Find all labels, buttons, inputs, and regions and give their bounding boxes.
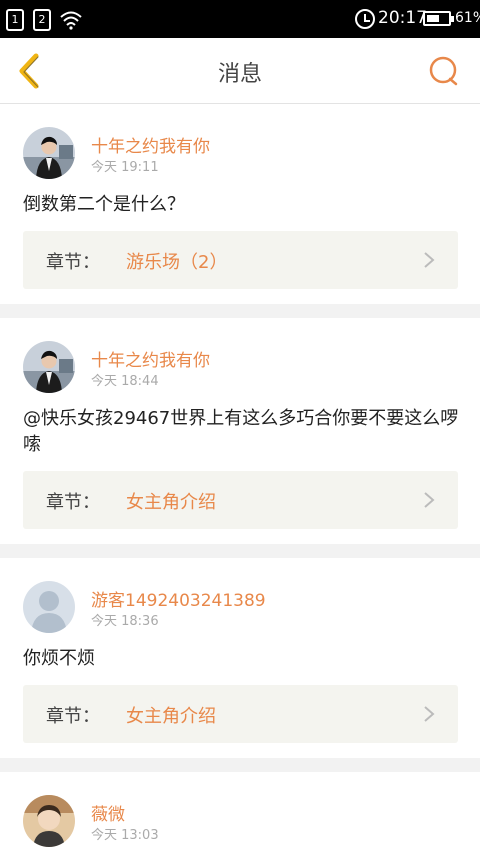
avatar[interactable] — [23, 127, 75, 179]
list-item: 十年之约我有你 今天 19:11 倒数第二个是什么？ 章节： 游乐场（2） — [0, 104, 480, 304]
chevron-right-icon — [424, 252, 435, 268]
avatar[interactable] — [23, 795, 75, 847]
chapter-label: 章节： — [46, 252, 100, 273]
status-bar: 1 2 20:17 61% — [0, 0, 480, 38]
chevron-right-icon — [424, 492, 435, 508]
header: 消息 — [0, 38, 480, 104]
sim2-icon: 2 — [33, 9, 51, 31]
avatar[interactable] — [23, 341, 75, 393]
chapter-name: 女主角介绍 — [126, 706, 216, 727]
username[interactable]: 十年之约我有你 — [91, 346, 210, 371]
alarm-icon — [355, 9, 375, 29]
timestamp: 今天 19:11 — [91, 160, 159, 175]
battery-percent: 61% — [455, 10, 480, 26]
page-title: 消息 — [217, 62, 262, 87]
message-text: 你烦不烦 — [23, 648, 95, 669]
message-text: @快乐女孩29467世界上有这么多巧合你要不要这么啰嗦 — [23, 408, 459, 455]
chapter-label: 章节： — [46, 492, 100, 513]
battery-icon — [423, 11, 454, 26]
chapter-link[interactable]: 章节： 女主角介绍 — [23, 471, 458, 529]
wifi-icon — [60, 11, 82, 30]
timestamp: 今天 18:44 — [91, 374, 159, 389]
username[interactable]: 十年之约我有你 — [91, 132, 210, 157]
search-icon[interactable] — [428, 55, 460, 87]
status-time: 20:17 — [378, 8, 427, 28]
chapter-name: 游乐场（2） — [126, 252, 228, 273]
chapter-name: 女主角介绍 — [126, 492, 216, 513]
chapter-link[interactable]: 章节： 女主角介绍 — [23, 685, 458, 743]
list-item: 游客1492403241389 今天 18:36 你烦不烦 章节： 女主角介绍 — [0, 558, 480, 758]
chevron-right-icon — [424, 706, 435, 722]
username[interactable]: 薇微 — [91, 800, 125, 825]
chapter-label: 章节： — [46, 706, 100, 727]
message-text: 倒数第二个是什么？ — [23, 194, 185, 215]
username[interactable]: 游客1492403241389 — [91, 586, 266, 611]
sim1-icon: 1 — [6, 9, 24, 31]
timestamp: 今天 18:36 — [91, 614, 159, 629]
chapter-link[interactable]: 章节： 游乐场（2） — [23, 231, 458, 289]
timestamp: 今天 13:03 — [91, 828, 159, 843]
list-item: 十年之约我有你 今天 18:44 @快乐女孩29467世界上有这么多巧合你要不要… — [0, 318, 480, 544]
list-item: 薇微 今天 13:03 — [0, 772, 480, 854]
avatar[interactable] — [23, 581, 75, 633]
